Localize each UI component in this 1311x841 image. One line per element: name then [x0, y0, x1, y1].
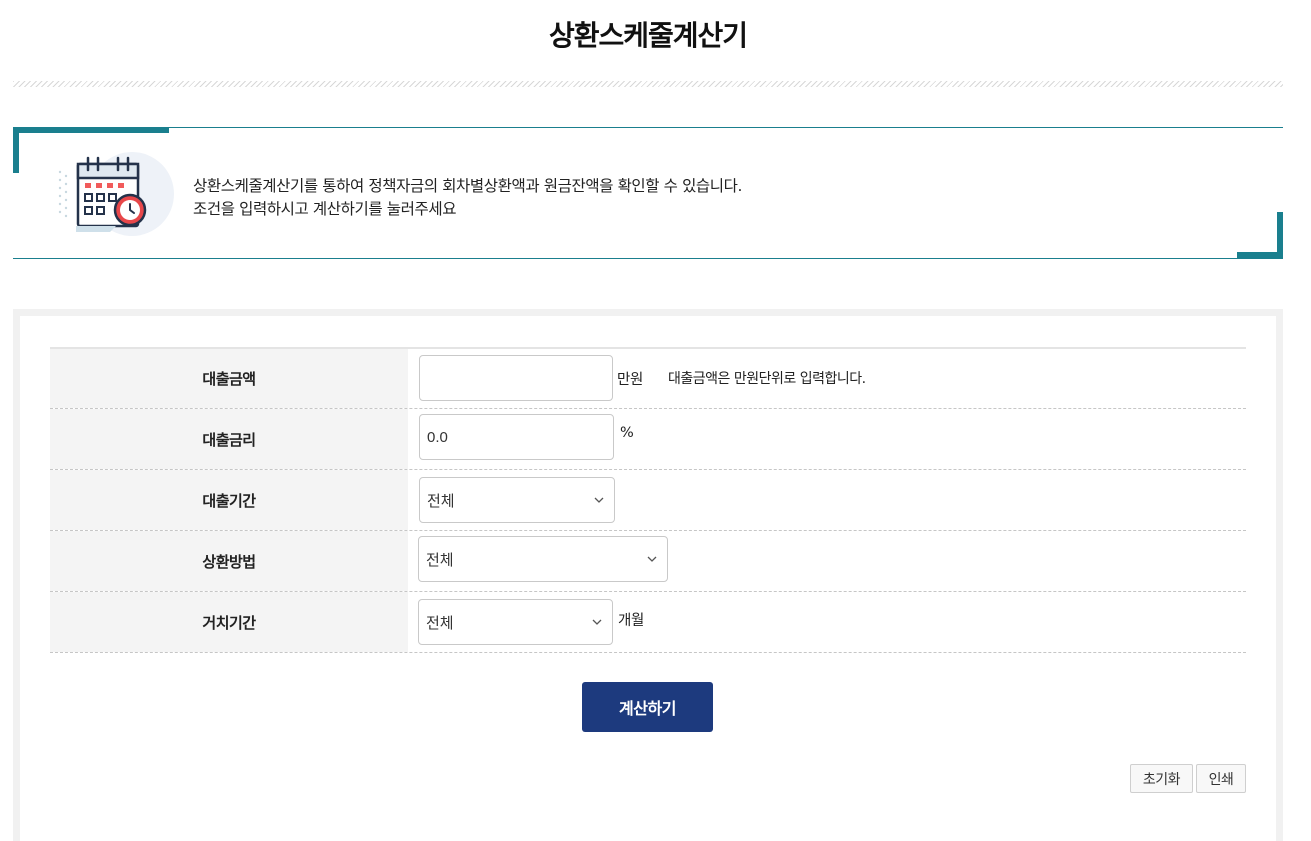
grace-period-selected: 전체 [426, 614, 454, 632]
row-loan-amount: 대출금액 만원 대출금액은 만원단위로 입력합니다. [50, 349, 1246, 409]
page-title: 상환스케줄계산기 [548, 19, 748, 52]
calculator-form: 대출금액 만원 대출금액은 만원단위로 입력합니다. 대출금리 0.0 % 대출… [50, 347, 1246, 653]
row-repayment-method: 상환방법 전체 [50, 531, 1246, 592]
intro-corner-bottom-right [1237, 212, 1283, 258]
intro-line-2: 조건을 입력하시고 계산하기를 눌러주세요 [193, 200, 457, 218]
calendar-clock-icon [58, 152, 174, 236]
row-grace-period: 거치기간 전체 개월 [50, 592, 1246, 653]
grace-period-unit: 개월 [618, 613, 644, 629]
chevron-down-icon [647, 556, 657, 562]
print-button[interactable]: 인쇄 [1196, 764, 1246, 793]
loan-amount-label: 대출금액 [50, 349, 408, 408]
row-loan-period: 대출기간 전체 [50, 470, 1246, 531]
grace-period-select[interactable]: 전체 [418, 599, 613, 645]
grace-period-label: 거치기간 [50, 592, 408, 652]
loan-amount-input[interactable] [419, 355, 613, 401]
interest-rate-input[interactable]: 0.0 [419, 414, 614, 460]
loan-period-select[interactable]: 전체 [419, 477, 615, 523]
row-interest-rate: 대출금리 0.0 % [50, 409, 1246, 470]
reset-button[interactable]: 초기화 [1130, 764, 1193, 793]
interest-rate-unit: % [620, 425, 634, 441]
title-divider [13, 81, 1283, 87]
loan-amount-hint: 대출금액은 만원단위로 입력합니다. [668, 371, 866, 387]
calculate-button[interactable]: 계산하기 [582, 682, 713, 732]
chevron-down-icon [594, 497, 604, 503]
chevron-down-icon [592, 619, 602, 625]
loan-amount-unit: 만원 [617, 372, 643, 388]
loan-period-label: 대출기간 [50, 470, 408, 530]
repayment-method-label: 상환방법 [50, 531, 408, 591]
interest-rate-label: 대출금리 [50, 409, 408, 469]
repayment-method-select[interactable]: 전체 [418, 536, 668, 582]
repayment-method-selected: 전체 [426, 551, 454, 569]
intro-description: 상환스케줄계산기를 통하여 정책자금의 회차별상환액과 원금잔액을 확인할 수 … [193, 175, 742, 221]
loan-period-selected: 전체 [427, 492, 455, 510]
intro-line-1: 상환스케줄계산기를 통하여 정책자금의 회차별상환액과 원금잔액을 확인할 수 … [193, 177, 743, 195]
